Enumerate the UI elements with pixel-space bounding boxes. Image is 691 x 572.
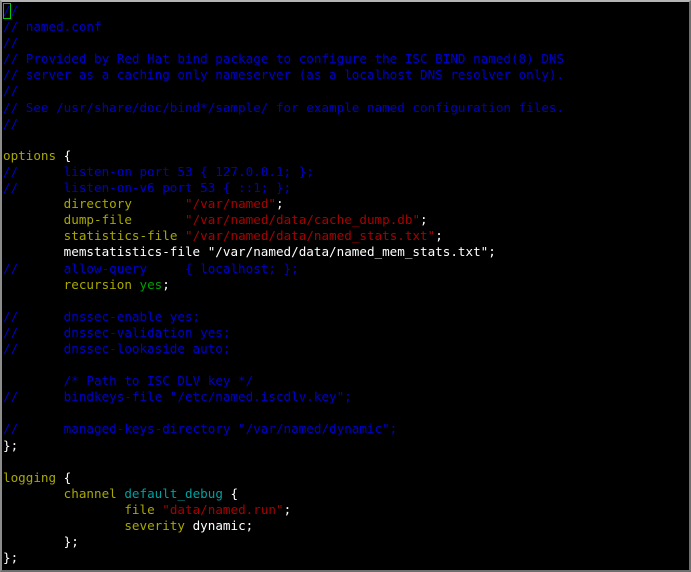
code-token: dump-file — [63, 212, 132, 228]
code-token: ; — [435, 228, 443, 244]
code-token: yes — [139, 276, 163, 292]
code-token: // dnssec-validation yes; — [3, 324, 231, 340]
code-line[interactable]: recursion yes; — [3, 277, 689, 293]
code-token: }; — [3, 437, 19, 453]
code-token: }; — [3, 534, 79, 550]
code-token: "/var/named/data/cache_dump.db" — [185, 212, 421, 228]
code-line[interactable]: // allow-query { localhost; }; — [3, 261, 689, 277]
code-line[interactable] — [3, 454, 689, 470]
code-token: statistics-file — [63, 228, 178, 244]
code-line[interactable]: }; — [3, 438, 689, 454]
code-token: // named.conf — [3, 19, 102, 35]
code-line[interactable]: file "data/named.run"; — [3, 502, 689, 518]
code-line[interactable] — [3, 293, 689, 309]
code-line[interactable]: // — [3, 116, 689, 132]
code-line[interactable]: logging { — [3, 470, 689, 486]
code-line[interactable] — [3, 132, 689, 148]
text-editor-buffer[interactable]: //// named.conf//// Provided by Red Hat … — [2, 2, 689, 568]
code-token: channel — [63, 485, 117, 501]
code-line[interactable]: }; — [3, 534, 689, 550]
code-line[interactable]: // — [3, 35, 689, 51]
code-line[interactable]: // managed-keys-directory "/var/named/dy… — [3, 421, 689, 437]
code-line[interactable]: options { — [3, 148, 689, 164]
code-token: /* Path to ISC DLV key */ — [63, 373, 254, 389]
code-token: "/var/named/data/named_stats.txt" — [185, 228, 436, 244]
code-line[interactable] — [3, 405, 689, 421]
code-token: // Provided by Red Hat bind package to c… — [3, 51, 565, 67]
code-line[interactable]: // listen-on port 53 { 127.0.0.1; }; — [3, 164, 689, 180]
code-line[interactable] — [3, 357, 689, 373]
code-line[interactable]: /* Path to ISC DLV key */ — [3, 373, 689, 389]
code-token: // — [3, 115, 19, 131]
code-token: options — [3, 147, 57, 163]
code-token: recursion — [63, 276, 132, 292]
code-line[interactable]: // bindkeys-file "/etc/named.iscdlv.key"… — [3, 389, 689, 405]
code-token: ; — [162, 276, 170, 292]
code-line[interactable]: severity dynamic; — [3, 518, 689, 534]
code-token: ; — [283, 501, 292, 517]
code-token: // dnssec-enable yes; — [3, 308, 201, 324]
code-line[interactable]: memstatistics-file "/var/named/data/name… — [3, 244, 689, 260]
code-line[interactable]: }; — [3, 550, 689, 566]
code-token: memstatistics-file "/var/named/data/name… — [3, 244, 496, 260]
code-line[interactable]: // Provided by Red Hat bind package to c… — [3, 51, 689, 67]
code-token: // See /usr/share/doc/bind*/sample/ for … — [3, 99, 565, 115]
code-line[interactable]: dump-file "/var/named/data/cache_dump.db… — [3, 212, 689, 228]
text-cursor: / — [3, 3, 11, 20]
code-token: // listen-on-v6 port 53 { ::1; }; — [3, 180, 292, 196]
code-token: { — [56, 469, 72, 485]
code-line[interactable]: directory "/var/named"; — [3, 196, 689, 212]
code-token: // server as a caching only nameserver (… — [3, 67, 565, 83]
code-token: }; — [3, 550, 19, 566]
code-token: file — [124, 501, 155, 517]
code-token: severity — [124, 518, 185, 533]
code-line[interactable]: channel default_debug { — [3, 486, 689, 502]
code-token: // listen-on port 53 { 127.0.0.1; }; — [3, 163, 314, 179]
code-token: logging — [3, 469, 57, 485]
code-token: / — [10, 3, 19, 18]
code-line[interactable]: // named.conf — [3, 19, 689, 35]
code-token: default_debug — [124, 485, 223, 501]
code-token: dynamic; — [192, 518, 254, 533]
code-line[interactable]: // — [3, 3, 689, 20]
code-token: "/var/named" — [185, 196, 276, 212]
code-token: "data/named.run" — [162, 501, 284, 517]
code-token: // dnssec-lookaside auto; — [3, 340, 231, 356]
code-token: // bindkeys-file "/etc/named.iscdlv.key"… — [3, 389, 352, 405]
code-token: // managed-keys-directory "/var/named/dy… — [3, 421, 398, 437]
code-token: { — [56, 147, 72, 163]
code-line[interactable]: // dnssec-enable yes; — [3, 309, 689, 325]
code-token: // — [3, 35, 19, 51]
code-line[interactable]: // — [3, 83, 689, 99]
code-line[interactable]: // See /usr/share/doc/bind*/sample/ for … — [3, 100, 689, 116]
code-token: // allow-query { localhost; }; — [3, 260, 299, 276]
code-line[interactable]: // server as a caching only nameserver (… — [3, 67, 689, 83]
terminal-window: //// named.conf//// Provided by Red Hat … — [0, 0, 691, 572]
code-token: directory — [63, 196, 132, 212]
code-line[interactable]: // dnssec-validation yes; — [3, 325, 689, 341]
code-line[interactable]: // listen-on-v6 port 53 { ::1; }; — [3, 180, 689, 196]
code-token: ; — [276, 196, 284, 212]
code-line[interactable]: // dnssec-lookaside auto; — [3, 341, 689, 357]
code-line[interactable]: statistics-file "/var/named/data/named_s… — [3, 228, 689, 244]
code-token: ; — [420, 212, 428, 228]
code-token: // — [3, 83, 19, 99]
code-token: { — [222, 485, 239, 501]
